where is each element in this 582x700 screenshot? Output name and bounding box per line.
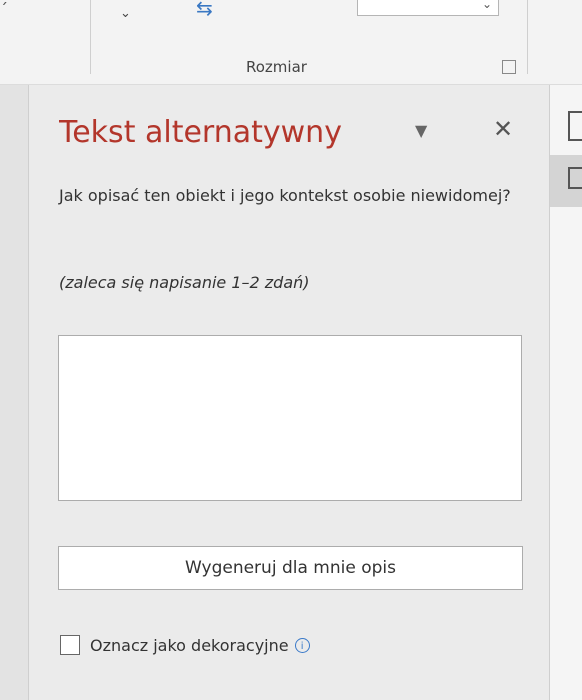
- chevron-down-icon[interactable]: ⌄: [482, 0, 492, 11]
- description-input[interactable]: [58, 335, 522, 501]
- side-tab-item[interactable]: [550, 107, 582, 143]
- size-combo[interactable]: ⌄: [357, 0, 499, 16]
- chevron-down-icon[interactable]: ⌄: [120, 6, 138, 24]
- side-tab-item-selected[interactable]: [550, 155, 582, 207]
- right-side-strip: [549, 85, 582, 700]
- decorative-label[interactable]: Oznacz jako dekoracyjne: [90, 636, 289, 655]
- edit-icon: [568, 167, 582, 189]
- ribbon-separator: [90, 0, 91, 74]
- dialog-launcher-icon[interactable]: [502, 60, 516, 74]
- description-prompt: Jak opisać ten obiekt i jego kontekst os…: [59, 186, 511, 205]
- close-icon[interactable]: ✕: [493, 115, 513, 143]
- ribbon-separator: [527, 0, 528, 74]
- pane-options-icon[interactable]: ▼: [415, 121, 427, 140]
- generate-description-button[interactable]: Wygeneruj dla mnie opis: [58, 546, 523, 590]
- panel-icon: [568, 111, 582, 141]
- ribbon-fragment-icon: ˊ: [0, 0, 8, 19]
- info-icon[interactable]: i: [294, 637, 310, 653]
- ribbon-group-caption: Rozmiar: [246, 58, 307, 76]
- pane-title: Tekst alternatywny: [59, 115, 342, 150]
- decorative-row: Oznacz jako dekoracyjne i: [60, 635, 310, 655]
- left-gutter: [0, 85, 29, 700]
- description-hint: (zaleca się napisanie 1–2 zdań): [59, 273, 310, 292]
- alt-text-pane: Tekst alternatywny ▼ ✕ Jak opisać ten ob…: [28, 85, 549, 700]
- swap-arrows-icon[interactable]: ⇆: [196, 0, 213, 20]
- ribbon: ˊ ⌄ ⇆ ⌄ Rozmiar: [0, 0, 582, 85]
- decorative-checkbox[interactable]: [60, 635, 80, 655]
